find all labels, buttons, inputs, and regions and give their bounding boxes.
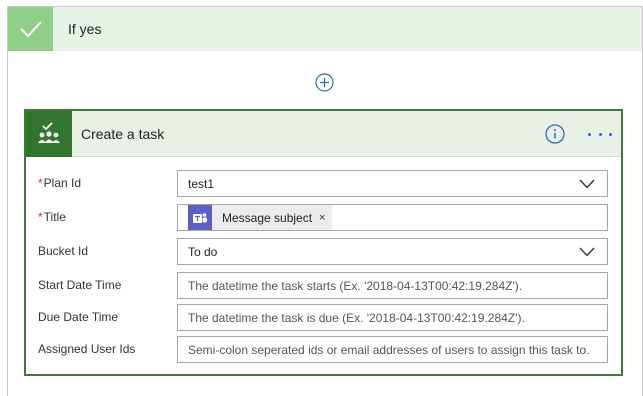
assigned-user-ids-label: Assigned User Ids [38, 342, 136, 356]
field-row-plan-id: *Plan Id test1 [26, 170, 621, 197]
chevron-down-icon[interactable] [579, 179, 595, 189]
assigned-user-ids-placeholder: Semi-colon seperated ids or email addres… [188, 342, 590, 357]
required-marker: * [38, 210, 43, 224]
card-header[interactable]: Create a task [26, 110, 621, 157]
field-row-assigned-user-ids: Assigned User Ids Semi-colon seperated i… [26, 336, 621, 363]
required-marker: * [38, 176, 43, 190]
start-date-time-input[interactable]: The datetime the task starts (Ex. '2018-… [177, 272, 608, 299]
token-label: Message subject [222, 210, 313, 225]
start-date-time-placeholder: The datetime the task starts (Ex. '2018-… [188, 278, 523, 293]
title-label: *Title [38, 210, 66, 224]
chevron-down-icon[interactable] [579, 247, 595, 257]
bucket-id-value: To do [188, 244, 218, 259]
branch-title: If yes [68, 21, 102, 37]
field-row-bucket-id: Bucket Id To do [26, 238, 621, 265]
create-task-action-card: Create a task *Plan Id test1 *Title Mess… [24, 109, 623, 376]
planner-icon [26, 110, 72, 157]
bucket-id-select[interactable]: To do [177, 238, 608, 265]
info-icon[interactable] [545, 124, 565, 144]
field-row-due-date-time: Due Date Time The datetime the task is d… [26, 304, 621, 331]
dynamic-content-token[interactable]: Message subject × [188, 205, 333, 230]
remove-token-icon[interactable]: × [319, 212, 325, 224]
checkmark-icon [8, 7, 53, 51]
field-row-start-date-time: Start Date Time The datetime the task st… [26, 272, 621, 299]
bucket-id-label: Bucket Id [38, 244, 89, 258]
if-yes-branch: If yes Create a task *Plan Id test1 *Tit… [7, 6, 643, 396]
card-title: Create a task [81, 125, 165, 142]
plan-id-label: *Plan Id [38, 176, 82, 190]
start-date-time-label: Start Date Time [38, 278, 122, 292]
teams-icon [188, 205, 212, 230]
more-options-icon[interactable] [588, 131, 612, 139]
title-input[interactable]: Message subject × [177, 204, 608, 231]
field-row-title: *Title Message subject × [26, 204, 621, 231]
plan-id-select[interactable]: test1 [177, 170, 608, 197]
due-date-time-placeholder: The datetime the task is due (Ex. '2018-… [188, 310, 525, 325]
branch-header[interactable]: If yes [8, 7, 642, 51]
due-date-time-label: Due Date Time [38, 310, 119, 324]
due-date-time-input[interactable]: The datetime the task is due (Ex. '2018-… [177, 304, 608, 331]
plan-id-value: test1 [188, 176, 215, 191]
add-step-plus-icon[interactable] [315, 73, 334, 92]
assigned-user-ids-input[interactable]: Semi-colon seperated ids or email addres… [177, 336, 608, 363]
